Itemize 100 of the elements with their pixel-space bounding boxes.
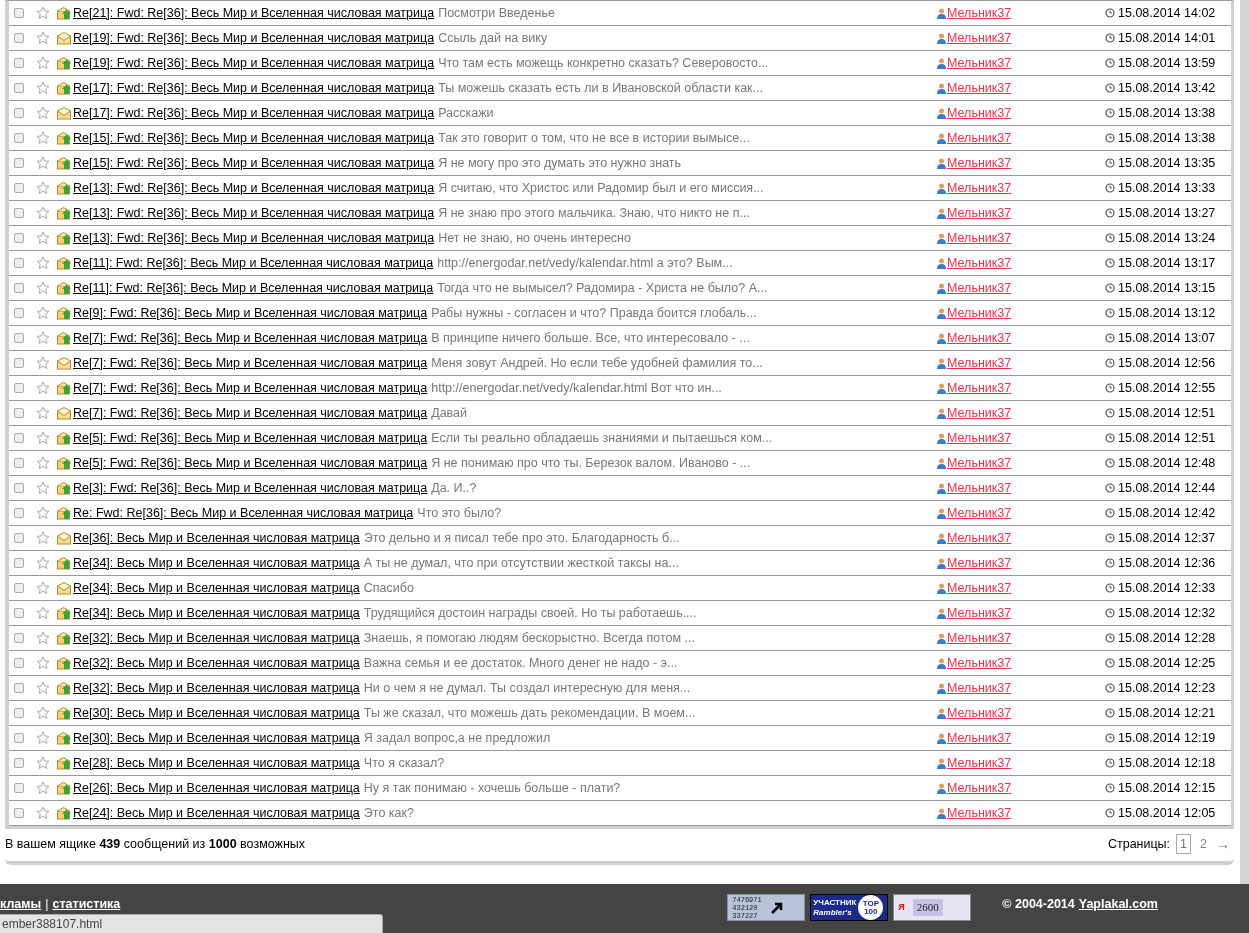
row-checkbox[interactable] xyxy=(14,108,24,118)
message-subject-link[interactable]: Re[3]: Fwd: Re[36]: Весь Мир и Вселенная числовая матрица xyxy=(73,480,428,495)
row-checkbox[interactable] xyxy=(14,433,24,443)
message-subject-link[interactable]: Re[21]: Fwd: Re[36]: Весь Мир и Вселенная числовая матрица xyxy=(73,5,435,20)
page-link[interactable]: 1 xyxy=(1176,833,1192,855)
message-subject-link[interactable]: Re[19]: Fwd: Re[36]: Весь Мир и Вселенная числовая матрица xyxy=(73,55,435,70)
row-checkbox[interactable] xyxy=(14,58,24,68)
row-checkbox[interactable] xyxy=(14,583,24,593)
row-checkbox[interactable] xyxy=(14,533,24,543)
author-link[interactable]: Мельник37 xyxy=(947,203,1012,223)
message-subject-link[interactable]: Re[30]: Весь Мир и Вселенная числовая матрица xyxy=(73,705,360,720)
row-checkbox[interactable] xyxy=(14,458,24,468)
row-checkbox[interactable] xyxy=(14,183,24,193)
star-icon[interactable] xyxy=(36,181,50,195)
row-checkbox[interactable] xyxy=(14,733,24,743)
message-subject-link[interactable]: Re[9]: Fwd: Re[36]: Весь Мир и Вселенная числовая матрица xyxy=(73,305,428,320)
row-checkbox[interactable] xyxy=(14,383,24,393)
message-subject-link[interactable]: Re[34]: Весь Мир и Вселенная числовая матрица xyxy=(73,605,360,620)
author-link[interactable]: Мельник37 xyxy=(947,328,1012,348)
row-checkbox[interactable] xyxy=(14,33,24,43)
author-link[interactable]: Мельник37 xyxy=(947,428,1012,448)
star-icon[interactable] xyxy=(36,81,50,95)
author-link[interactable]: Мельник37 xyxy=(947,103,1012,123)
star-icon[interactable] xyxy=(36,31,50,45)
message-subject-link[interactable]: Re[17]: Fwd: Re[36]: Весь Мир и Вселенная числовая матрица xyxy=(73,80,435,95)
star-icon[interactable] xyxy=(36,156,50,170)
message-subject-link[interactable]: Re[5]: Fwd: Re[36]: Весь Мир и Вселенная числовая матрица xyxy=(73,430,428,445)
row-checkbox[interactable] xyxy=(14,408,24,418)
page-link[interactable]: 2 xyxy=(1197,834,1210,854)
star-icon[interactable] xyxy=(36,781,50,795)
author-link[interactable]: Мельник37 xyxy=(947,753,1012,773)
message-subject-link[interactable]: Re[5]: Fwd: Re[36]: Весь Мир и Вселенная числовая матрица xyxy=(73,455,428,470)
author-link[interactable]: Мельник37 xyxy=(947,528,1012,548)
message-subject-link[interactable]: Re[13]: Fwd: Re[36]: Весь Мир и Вселенная числовая матрица xyxy=(73,180,435,195)
star-icon[interactable] xyxy=(36,456,50,470)
row-checkbox[interactable] xyxy=(14,558,24,568)
author-link[interactable]: Мельник37 xyxy=(947,628,1012,648)
message-subject-link[interactable]: Re[32]: Весь Мир и Вселенная числовая матрица xyxy=(73,680,360,695)
row-checkbox[interactable] xyxy=(14,83,24,93)
footer-link[interactable]: кламы xyxy=(0,895,42,914)
message-subject-link[interactable]: Re[7]: Fwd: Re[36]: Весь Мир и Вселенная числовая матрица xyxy=(73,405,428,420)
row-checkbox[interactable] xyxy=(14,808,24,818)
row-checkbox[interactable] xyxy=(14,608,24,618)
author-link[interactable]: Мельник37 xyxy=(947,603,1012,623)
message-subject-link[interactable]: Re[30]: Весь Мир и Вселенная числовая матрица xyxy=(73,730,360,745)
author-link[interactable]: Мельник37 xyxy=(947,503,1012,523)
row-checkbox[interactable] xyxy=(14,508,24,518)
star-icon[interactable] xyxy=(36,231,50,245)
row-checkbox[interactable] xyxy=(14,783,24,793)
author-link[interactable]: Мельник37 xyxy=(947,153,1012,173)
message-subject-link[interactable]: Re[32]: Весь Мир и Вселенная числовая матрица xyxy=(73,630,360,645)
author-link[interactable]: Мельник37 xyxy=(947,703,1012,723)
author-link[interactable]: Мельник37 xyxy=(947,803,1012,823)
row-checkbox[interactable] xyxy=(14,308,24,318)
row-checkbox[interactable] xyxy=(14,258,24,268)
star-icon[interactable] xyxy=(36,256,50,270)
message-subject-link[interactable]: Re[28]: Весь Мир и Вселенная числовая матрица xyxy=(73,755,360,770)
message-subject-link[interactable]: Re[26]: Весь Мир и Вселенная числовая матрица xyxy=(73,780,360,795)
star-icon[interactable] xyxy=(36,756,50,770)
star-icon[interactable] xyxy=(36,731,50,745)
author-link[interactable]: Мельник37 xyxy=(947,53,1012,73)
star-icon[interactable] xyxy=(36,706,50,720)
author-link[interactable]: Мельник37 xyxy=(947,178,1012,198)
star-icon[interactable] xyxy=(36,506,50,520)
row-checkbox[interactable] xyxy=(14,283,24,293)
star-icon[interactable] xyxy=(36,356,50,370)
message-subject-link[interactable]: Re[11]: Fwd: Re[36]: Весь Мир и Вселенная числовая матрица xyxy=(73,280,434,295)
message-subject-link[interactable]: Re[19]: Fwd: Re[36]: Весь Мир и Вселенная числовая матрица xyxy=(73,30,435,45)
star-icon[interactable] xyxy=(36,6,50,20)
site-link[interactable]: Yaplakal.com xyxy=(1078,895,1158,914)
author-link[interactable]: Мельник37 xyxy=(947,253,1012,273)
message-subject-link[interactable]: Re[13]: Fwd: Re[36]: Весь Мир и Вселенная числовая матрица xyxy=(73,230,435,245)
star-icon[interactable] xyxy=(36,806,50,820)
author-link[interactable]: Мельник37 xyxy=(947,278,1012,298)
message-subject-link[interactable]: Re[36]: Весь Мир и Вселенная числовая матрица xyxy=(73,530,360,545)
star-icon[interactable] xyxy=(36,306,50,320)
row-checkbox[interactable] xyxy=(14,8,24,18)
author-link[interactable]: Мельник37 xyxy=(947,378,1012,398)
author-link[interactable]: Мельник37 xyxy=(947,553,1012,573)
row-checkbox[interactable] xyxy=(14,358,24,368)
star-icon[interactable] xyxy=(36,656,50,670)
row-checkbox[interactable] xyxy=(14,483,24,493)
message-subject-link[interactable]: Re[32]: Весь Мир и Вселенная числовая матрица xyxy=(73,655,360,670)
star-icon[interactable] xyxy=(36,631,50,645)
row-checkbox[interactable] xyxy=(14,158,24,168)
footer-link[interactable]: статистика xyxy=(52,895,121,914)
star-icon[interactable] xyxy=(36,581,50,595)
star-icon[interactable] xyxy=(36,406,50,420)
star-icon[interactable] xyxy=(36,131,50,145)
author-link[interactable]: Мельник37 xyxy=(947,128,1012,148)
row-checkbox[interactable] xyxy=(14,683,24,693)
author-link[interactable]: Мельник37 xyxy=(947,678,1012,698)
message-subject-link[interactable]: Re[7]: Fwd: Re[36]: Весь Мир и Вселенная числовая матрица xyxy=(73,380,428,395)
counter-badge[interactable]: Я 2600 xyxy=(893,894,972,921)
message-subject-link[interactable]: Re[7]: Fwd: Re[36]: Весь Мир и Вселенная числовая матрица xyxy=(73,330,428,345)
message-subject-link[interactable]: Re[24]: Весь Мир и Вселенная числовая матрица xyxy=(73,805,360,820)
star-icon[interactable] xyxy=(36,331,50,345)
author-link[interactable]: Мельник37 xyxy=(947,28,1012,48)
author-link[interactable]: Мельник37 xyxy=(947,403,1012,423)
row-checkbox[interactable] xyxy=(14,658,24,668)
